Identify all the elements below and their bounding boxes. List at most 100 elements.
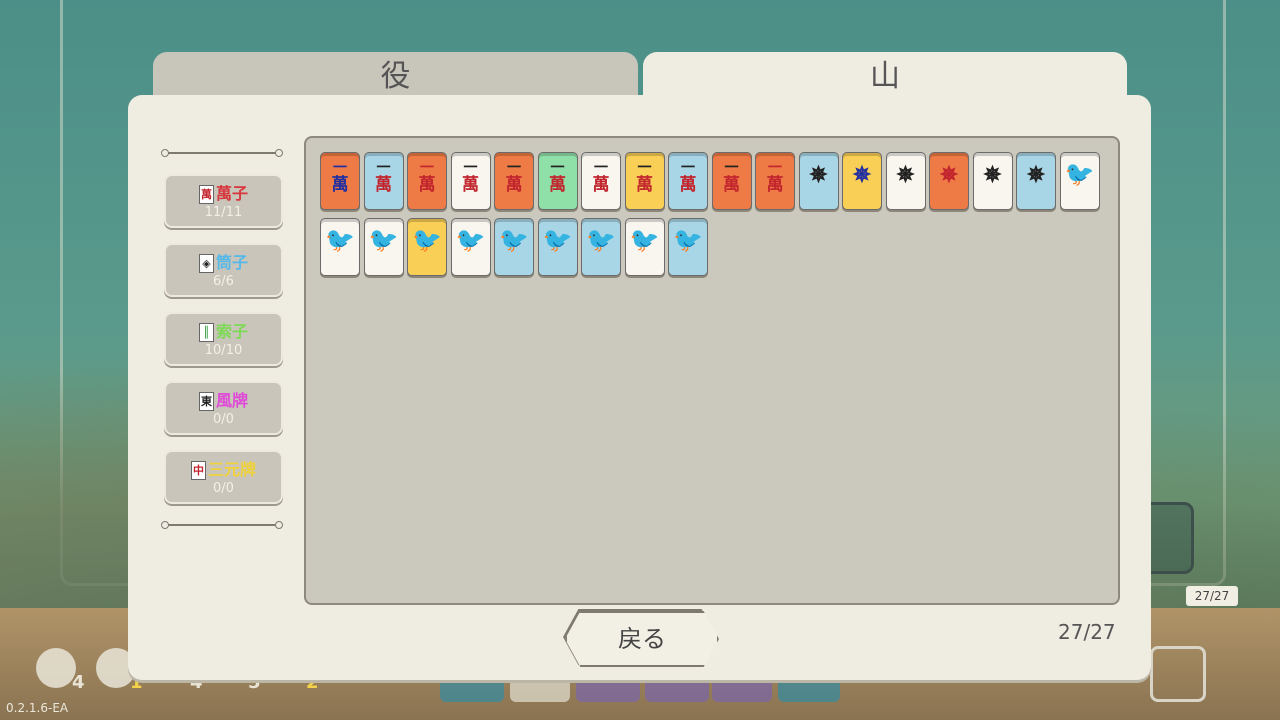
mahjong-tile-man[interactable]: 一萬 bbox=[494, 152, 534, 210]
tile-top-glyph: 🐦 bbox=[412, 225, 442, 254]
divider-bottom bbox=[161, 521, 283, 529]
mahjong-tile-man[interactable]: 一萬 bbox=[363, 152, 404, 210]
tile-top-glyph: 🐦 bbox=[455, 225, 486, 254]
category-count: 6/6 bbox=[213, 274, 234, 289]
mahjong-tile-pin[interactable]: ✵ bbox=[972, 152, 1013, 210]
tile-top-glyph: ✵ bbox=[983, 162, 1002, 188]
mahjong-tile-sou[interactable]: 🐦 bbox=[450, 218, 491, 276]
total-count: 27/27 bbox=[1058, 620, 1116, 644]
mahjong-tile-pin[interactable]: ✵ bbox=[885, 152, 926, 210]
mahjong-tile-man[interactable]: 一萬 bbox=[755, 152, 795, 210]
mahjong-tile-sou[interactable]: 🐦 bbox=[494, 218, 534, 276]
mahjong-tile-sou[interactable]: 🐦 bbox=[1059, 152, 1100, 210]
category-title: 萬萬子 bbox=[166, 180, 281, 204]
mahjong-tile-man[interactable]: 一萬 bbox=[450, 152, 491, 210]
category-tile-icon: ◈ bbox=[198, 254, 214, 273]
tile-bottom-glyph: 萬 bbox=[462, 175, 479, 195]
category-label: 三元牌 bbox=[207, 460, 256, 479]
tile-top-glyph: 🐦 bbox=[673, 225, 703, 254]
tile-top-glyph: ✵ bbox=[809, 162, 828, 188]
category-tile-icon: 東 bbox=[198, 392, 214, 411]
tile-grid: 一萬一萬一萬一萬一萬一萬一萬一萬一萬一萬一萬 ✵ ✵ ✵ ✵ ✵ ✵ 🐦 🐦 🐦 🐦 🐦 🐦 🐦 🐦 🐦 🐦 bbox=[304, 136, 1120, 605]
mahjong-tile-sou[interactable]: 🐦 bbox=[624, 218, 665, 276]
mahjong-tile-sou[interactable]: 🐦 bbox=[363, 218, 404, 276]
mahjong-tile-sou[interactable]: 🐦 bbox=[407, 218, 447, 276]
tile-top-glyph: 一 bbox=[376, 160, 391, 176]
mahjong-tile-pin[interactable]: ✵ bbox=[798, 152, 839, 210]
category-title: ║ 索子 bbox=[166, 318, 281, 342]
tile-top-glyph: ✵ bbox=[939, 162, 959, 188]
mahjong-tile-man[interactable]: 一萬 bbox=[537, 152, 578, 210]
tweezers-icon[interactable] bbox=[36, 648, 76, 688]
tile-top-glyph: 🐦 bbox=[325, 225, 355, 254]
tile-top-glyph: 一 bbox=[463, 160, 478, 176]
tile-bottom-glyph: 萬 bbox=[418, 175, 436, 195]
tile-top-glyph: ✵ bbox=[1026, 162, 1046, 188]
tab-yama[interactable]: 山 bbox=[643, 52, 1127, 108]
tile-top-glyph: ✵ bbox=[852, 162, 872, 188]
tile-top-glyph: 🐦 bbox=[542, 225, 573, 254]
tile-bottom-glyph: 萬 bbox=[679, 175, 697, 195]
tile-top-glyph: 🐦 bbox=[368, 225, 399, 254]
category-button[interactable]: 萬萬子 11/11 bbox=[164, 174, 283, 228]
mahjong-tile-pin[interactable]: ✵ bbox=[929, 152, 969, 210]
tile-top-glyph: 一 bbox=[681, 160, 695, 176]
mahjong-tile-sou[interactable]: 🐦 bbox=[581, 218, 621, 276]
tile-top-glyph: 🐦 bbox=[586, 225, 616, 254]
mahjong-tile-man[interactable]: 一萬 bbox=[581, 152, 621, 210]
category-button[interactable]: ║ 索子 10/10 bbox=[164, 312, 283, 366]
mahjong-tile-sou[interactable]: 🐦 bbox=[668, 218, 708, 276]
mahjong-tile-man[interactable]: 一萬 bbox=[624, 152, 665, 210]
tile-bottom-glyph: 萬 bbox=[331, 175, 349, 195]
side-counter: 27/27 bbox=[1186, 586, 1238, 606]
category-count: 0/0 bbox=[213, 481, 234, 496]
category-button[interactable]: 東風牌 0/0 bbox=[164, 381, 283, 435]
tile-top-glyph: 一 bbox=[594, 160, 608, 176]
scroll-icon[interactable] bbox=[1150, 646, 1206, 702]
mahjong-tile-man[interactable]: 一萬 bbox=[407, 152, 447, 210]
tile-bottom-glyph: 萬 bbox=[549, 175, 566, 195]
tile-top-glyph: 一 bbox=[768, 160, 782, 176]
mahjong-tile-man[interactable]: 一萬 bbox=[320, 152, 360, 210]
bottom-count-1: 4 bbox=[72, 672, 85, 693]
mahjong-tile-pin[interactable]: ✵ bbox=[842, 152, 882, 210]
category-tile-icon: 萬 bbox=[198, 185, 214, 204]
divider-top bbox=[161, 149, 283, 157]
tile-top-glyph: 一 bbox=[724, 160, 739, 176]
tile-top-glyph: 🐦 bbox=[629, 225, 660, 254]
category-button[interactable]: ◈ 筒子 6/6 bbox=[164, 243, 283, 297]
tile-top-glyph: 一 bbox=[550, 160, 565, 176]
tile-bottom-glyph: 萬 bbox=[636, 175, 653, 195]
category-count: 10/10 bbox=[204, 343, 243, 358]
category-count: 11/11 bbox=[204, 205, 243, 220]
tile-top-glyph: 一 bbox=[333, 160, 347, 176]
category-title: 中三元牌 bbox=[166, 456, 281, 480]
version-label: 0.2.1.6-EA bbox=[6, 701, 69, 715]
tile-top-glyph: 一 bbox=[420, 160, 434, 176]
category-title: 東風牌 bbox=[166, 387, 281, 411]
category-tile-icon: 中 bbox=[190, 461, 206, 480]
tile-top-glyph: 🐦 bbox=[1064, 159, 1095, 188]
tile-top-glyph: 一 bbox=[637, 160, 652, 176]
tile-bottom-glyph: 萬 bbox=[766, 175, 784, 195]
category-label: 筒子 bbox=[215, 253, 248, 272]
tile-bottom-glyph: 萬 bbox=[723, 175, 740, 195]
mahjong-tile-man[interactable]: 一萬 bbox=[711, 152, 752, 210]
category-count: 0/0 bbox=[213, 412, 234, 427]
mahjong-tile-pin[interactable]: ✵ bbox=[1016, 152, 1056, 210]
mahjong-tile-sou[interactable]: 🐦 bbox=[320, 218, 360, 276]
category-label: 索子 bbox=[215, 322, 248, 341]
back-button[interactable]: 戻る bbox=[565, 611, 719, 667]
category-label: 風牌 bbox=[215, 391, 248, 410]
category-label: 萬子 bbox=[215, 184, 248, 203]
tile-bottom-glyph: 萬 bbox=[505, 175, 523, 195]
category-title: ◈ 筒子 bbox=[166, 249, 281, 273]
tile-top-glyph: 一 bbox=[507, 160, 521, 176]
tile-bottom-glyph: 萬 bbox=[592, 175, 610, 195]
category-button[interactable]: 中三元牌 0/0 bbox=[164, 450, 283, 504]
tile-bottom-glyph: 萬 bbox=[375, 175, 392, 195]
category-tile-icon: ║ bbox=[198, 323, 214, 342]
tile-top-glyph: 🐦 bbox=[499, 225, 529, 254]
mahjong-tile-sou[interactable]: 🐦 bbox=[537, 218, 578, 276]
mahjong-tile-man[interactable]: 一萬 bbox=[668, 152, 708, 210]
